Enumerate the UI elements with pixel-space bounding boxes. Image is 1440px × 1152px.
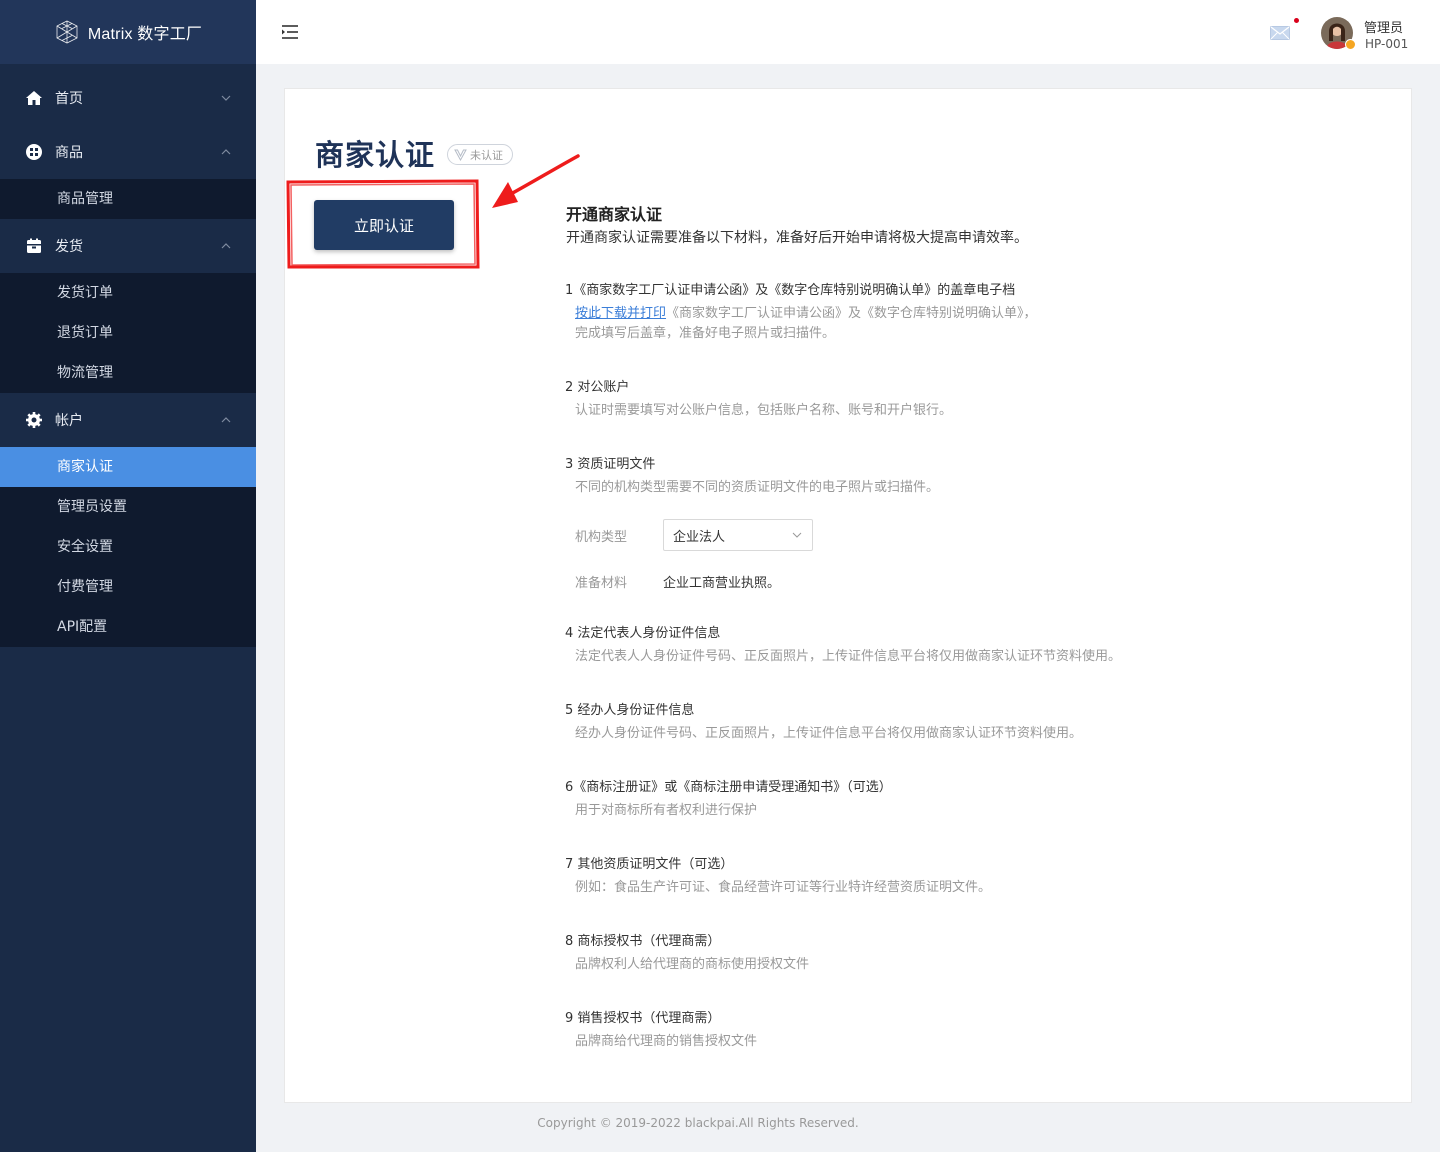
sidebar-item-product-management[interactable]: 商品管理 bbox=[0, 179, 256, 219]
step-desc: 用于对商标所有者权利进行保护 bbox=[575, 803, 758, 818]
sidebar-group-shipping[interactable]: 发货 bbox=[0, 219, 256, 273]
sidebar-item-logistics[interactable]: 物流管理 bbox=[0, 353, 256, 393]
step-title: 7 其他资质证明文件（可选） bbox=[565, 857, 734, 872]
cube-logo-icon bbox=[56, 20, 78, 44]
step-desc-text: 《商家数字工厂认证申请公函》及《数字仓库特别说明确认单》， bbox=[666, 306, 1037, 321]
chevron-up-icon bbox=[221, 149, 231, 155]
sidebar-group-home[interactable]: 首页 bbox=[0, 71, 256, 125]
step-desc: 不同的机构类型需要不同的资质证明文件的电子照片或扫描件。 bbox=[575, 480, 940, 495]
sidebar-group-products[interactable]: 商品 bbox=[0, 125, 256, 179]
sidebar-item-return-orders[interactable]: 退货订单 bbox=[0, 313, 256, 353]
org-type-row: 机构类型 企业法人 bbox=[575, 519, 813, 551]
app-logo[interactable]: Matrix 数字工厂 bbox=[0, 0, 256, 64]
user-name: 管理员 bbox=[1364, 21, 1404, 36]
verified-badge-icon bbox=[1345, 39, 1356, 50]
step-desc: 品牌权利人给代理商的商标使用授权文件 bbox=[575, 957, 810, 972]
step-title: 4 法定代表人身份证件信息 bbox=[565, 626, 721, 641]
materials-value: 企业工商营业执照。 bbox=[663, 576, 781, 591]
materials-label: 准备材料 bbox=[575, 576, 628, 591]
chevron-down-icon bbox=[221, 95, 231, 101]
step-title: 3 资质证明文件 bbox=[565, 457, 656, 472]
chevron-up-icon bbox=[221, 243, 231, 249]
step-title: 2 对公账户 bbox=[565, 380, 630, 395]
intro-desc: 开通商家认证需要准备以下材料，准备好后开始申请将极大提高申请效率。 bbox=[566, 230, 1028, 246]
step-desc: 品牌商给代理商的销售授权文件 bbox=[575, 1034, 758, 1049]
submenu-products: 商品管理 bbox=[0, 179, 256, 219]
step-desc: 按此下载并打印《商家数字工厂认证申请公函》及《数字仓库特别说明确认单》， 完成填… bbox=[575, 304, 1037, 344]
top-header: 管理员 HP-001 bbox=[256, 0, 1440, 64]
step-title: 6《商标注册证》或《商标注册申请受理通知书》（可选） bbox=[565, 780, 892, 795]
user-id: HP-001 bbox=[1365, 37, 1409, 51]
sidebar-item-api-config[interactable]: API配置 bbox=[0, 607, 256, 647]
sidebar-group-label: 帐户 bbox=[55, 413, 83, 429]
step-desc-text-2: 完成填写后盖章，准备好电子照片或扫描件。 bbox=[575, 326, 836, 341]
box-icon bbox=[24, 236, 44, 256]
step-title: 5 经办人身份证件信息 bbox=[565, 703, 695, 718]
sidebar-group-label: 商品 bbox=[55, 145, 83, 161]
step-2: 2 对公账户 认证时需要填写对公账户信息，包括账户名称、账号和开户银行。 bbox=[565, 376, 952, 421]
chevron-up-icon bbox=[221, 417, 231, 423]
step-9: 9 销售授权书（代理商需） 品牌商给代理商的销售授权文件 bbox=[565, 1007, 757, 1052]
org-type-select[interactable]: 企业法人 bbox=[663, 519, 813, 551]
home-icon bbox=[24, 88, 44, 108]
download-print-link[interactable]: 按此下载并打印 bbox=[575, 306, 666, 321]
step-desc: 经办人身份证件号码、正反面照片，上传证件信息平台将仅用做商家认证环节资料使用。 bbox=[575, 726, 1083, 741]
sidebar-group-label: 首页 bbox=[55, 91, 83, 107]
sidebar: Matrix 数字工厂 首页 商品 商品管理 发货 发货订单 退货订单 物流管理 bbox=[0, 0, 256, 1152]
gear-icon bbox=[24, 410, 44, 430]
page-title: 商家认证 bbox=[315, 138, 436, 172]
step-title: 1《商家数字工厂认证申请公函》及《数字仓库特别说明确认单》的盖章电子档 bbox=[565, 283, 1016, 298]
submenu-shipping: 发货订单 退货订单 物流管理 bbox=[0, 273, 256, 393]
step-6: 6《商标注册证》或《商标注册申请受理通知书》（可选） 用于对商标所有者权利进行保… bbox=[565, 776, 892, 821]
sidebar-group-label: 发货 bbox=[55, 239, 83, 255]
footer-copyright: Copyright © 2019-2022 blackpai.All Right… bbox=[537, 1116, 859, 1130]
verify-now-button[interactable]: 立即认证 bbox=[314, 200, 454, 250]
sidebar-item-merchant-verification[interactable]: 商家认证 bbox=[0, 447, 256, 487]
step-5: 5 经办人身份证件信息 经办人身份证件号码、正反面照片，上传证件信息平台将仅用做… bbox=[565, 699, 1082, 744]
mail-icon[interactable] bbox=[1270, 26, 1290, 40]
sidebar-item-shipping-orders[interactable]: 发货订单 bbox=[0, 273, 256, 313]
step-3: 3 资质证明文件 不同的机构类型需要不同的资质证明文件的电子照片或扫描件。 bbox=[565, 453, 939, 498]
org-type-label: 机构类型 bbox=[575, 529, 628, 545]
logo-text: Matrix 数字工厂 bbox=[87, 26, 203, 43]
step-8: 8 商标授权书（代理商需） 品牌权利人给代理商的商标使用授权文件 bbox=[565, 930, 809, 975]
step-desc: 认证时需要填写对公账户信息，包括账户名称、账号和开户银行。 bbox=[575, 403, 953, 418]
submenu-account: 商家认证 管理员设置 安全设置 付费管理 API配置 bbox=[0, 447, 256, 647]
step-7: 7 其他资质证明文件（可选） 例如：食品生产许可证、食品经营许可证等行业特许经营… bbox=[565, 853, 991, 898]
step-desc: 例如：食品生产许可证、食品经营许可证等行业特许经营资质证明文件。 bbox=[575, 880, 992, 895]
intro-title: 开通商家认证 bbox=[566, 205, 663, 224]
materials-row: 准备材料 企业工商营业执照。 bbox=[575, 572, 780, 591]
sidebar-item-billing[interactable]: 付费管理 bbox=[0, 567, 256, 607]
org-type-value: 企业法人 bbox=[673, 529, 726, 545]
step-title: 8 商标授权书（代理商需） bbox=[565, 934, 721, 949]
step-title: 9 销售授权书（代理商需） bbox=[565, 1011, 721, 1026]
v-verify-icon bbox=[454, 149, 467, 161]
step-desc: 法定代表人人身份证件号码、正反面照片，上传证件信息平台将仅用做商家认证环节资料使… bbox=[575, 649, 1122, 664]
sidebar-group-account[interactable]: 帐户 bbox=[0, 393, 256, 447]
chevron-down-icon bbox=[792, 532, 802, 538]
unread-dot bbox=[1294, 18, 1299, 23]
menu-fold-icon[interactable] bbox=[281, 23, 299, 41]
sidebar-item-admin-settings[interactable]: 管理员设置 bbox=[0, 487, 256, 527]
sidebar-item-security-settings[interactable]: 安全设置 bbox=[0, 527, 256, 567]
step-1: 1《商家数字工厂认证申请公函》及《数字仓库特别说明确认单》的盖章电子档 按此下载… bbox=[565, 279, 1037, 344]
grid-icon bbox=[24, 142, 44, 162]
step-4: 4 法定代表人身份证件信息 法定代表人人身份证件号码、正反面照片，上传证件信息平… bbox=[565, 622, 1121, 667]
